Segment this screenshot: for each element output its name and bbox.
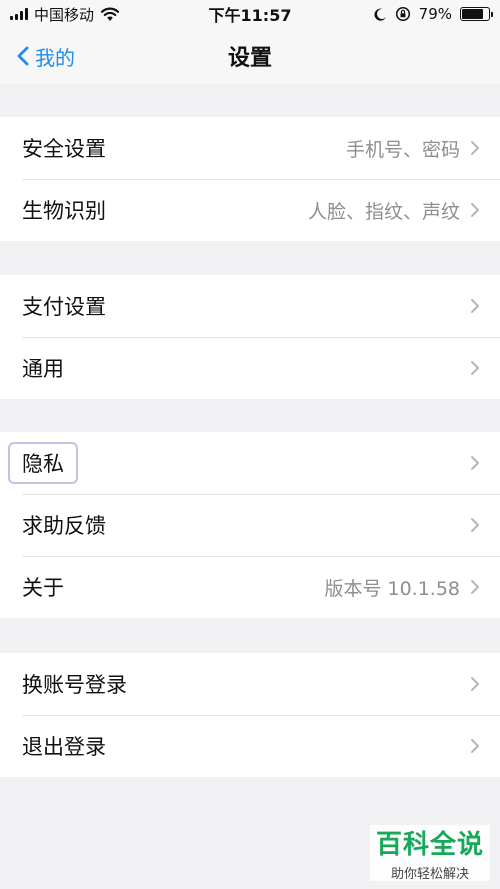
row-biometrics[interactable]: 生物识别 人脸、指纹、声纹 [0, 179, 500, 241]
row-label-wrap: 隐私 [8, 442, 470, 484]
page-title: 设置 [227, 46, 272, 71]
carrier-name: 中国移动 [34, 5, 95, 24]
row-label: 退出登录 [22, 735, 106, 759]
back-button[interactable]: 我的 [16, 28, 75, 84]
row-about[interactable]: 关于 版本号 10.1.58 [0, 556, 500, 618]
navigation-bar: 我的 设置 [0, 28, 500, 84]
moon-icon [374, 8, 386, 21]
back-button-label: 我的 [35, 45, 75, 70]
status-bar: 中国移动 下午11:57 79% [0, 0, 500, 28]
chevron-right-icon [471, 518, 479, 532]
chevron-right-icon [471, 677, 479, 691]
chevron-right-icon [471, 739, 479, 753]
battery-percent: 79% [418, 5, 452, 23]
row-label: 换账号登录 [22, 673, 127, 697]
watermark-title: 百科全说 [375, 830, 484, 860]
settings-group-payment: 支付设置 通用 [0, 275, 500, 399]
row-help-feedback[interactable]: 求助反馈 [0, 494, 500, 556]
settings-group-privacy: 隐私 求助反馈 关于 版本号 10.1.58 [0, 432, 500, 618]
battery-level-fill [462, 9, 483, 19]
row-switch-account[interactable]: 换账号登录 [0, 653, 500, 715]
chevron-right-icon [471, 299, 479, 313]
row-label: 关于 [22, 576, 64, 600]
status-left: 中国移动 [10, 4, 120, 25]
signal-icon [10, 8, 28, 20]
status-right: 79% [374, 5, 493, 23]
row-label: 支付设置 [22, 295, 106, 319]
row-value: 手机号、密码 [345, 138, 460, 161]
chevron-right-icon [471, 141, 479, 155]
orientation-lock-icon [395, 6, 410, 22]
row-security-settings[interactable]: 安全设置 手机号、密码 [0, 117, 500, 179]
chevron-right-icon [471, 580, 479, 594]
settings-group-security: 安全设置 手机号、密码 生物识别 人脸、指纹、声纹 [0, 117, 500, 241]
row-label: 生物识别 [22, 199, 106, 223]
chevron-left-icon [17, 46, 29, 66]
row-label: 求助反馈 [22, 514, 106, 538]
row-value: 人脸、指纹、声纹 [307, 200, 460, 223]
privacy-highlight-label: 隐私 [8, 442, 78, 484]
row-logout[interactable]: 退出登录 [0, 715, 500, 777]
settings-group-account: 换账号登录 退出登录 [0, 653, 500, 777]
row-privacy[interactable]: 隐私 [0, 432, 500, 494]
watermark-subtitle: 助你轻松解决 [390, 867, 469, 882]
row-value: 版本号 10.1.58 [324, 577, 460, 600]
watermark: 百科全说 助你轻松解决 [370, 825, 490, 882]
row-label: 安全设置 [22, 137, 106, 161]
chevron-right-icon [471, 361, 479, 375]
row-payment-settings[interactable]: 支付设置 [0, 275, 500, 337]
chevron-right-icon [471, 203, 479, 217]
wifi-icon [100, 7, 120, 21]
row-general[interactable]: 通用 [0, 337, 500, 399]
battery-icon [460, 7, 493, 21]
row-label: 通用 [22, 357, 64, 381]
chevron-right-icon [471, 456, 479, 470]
